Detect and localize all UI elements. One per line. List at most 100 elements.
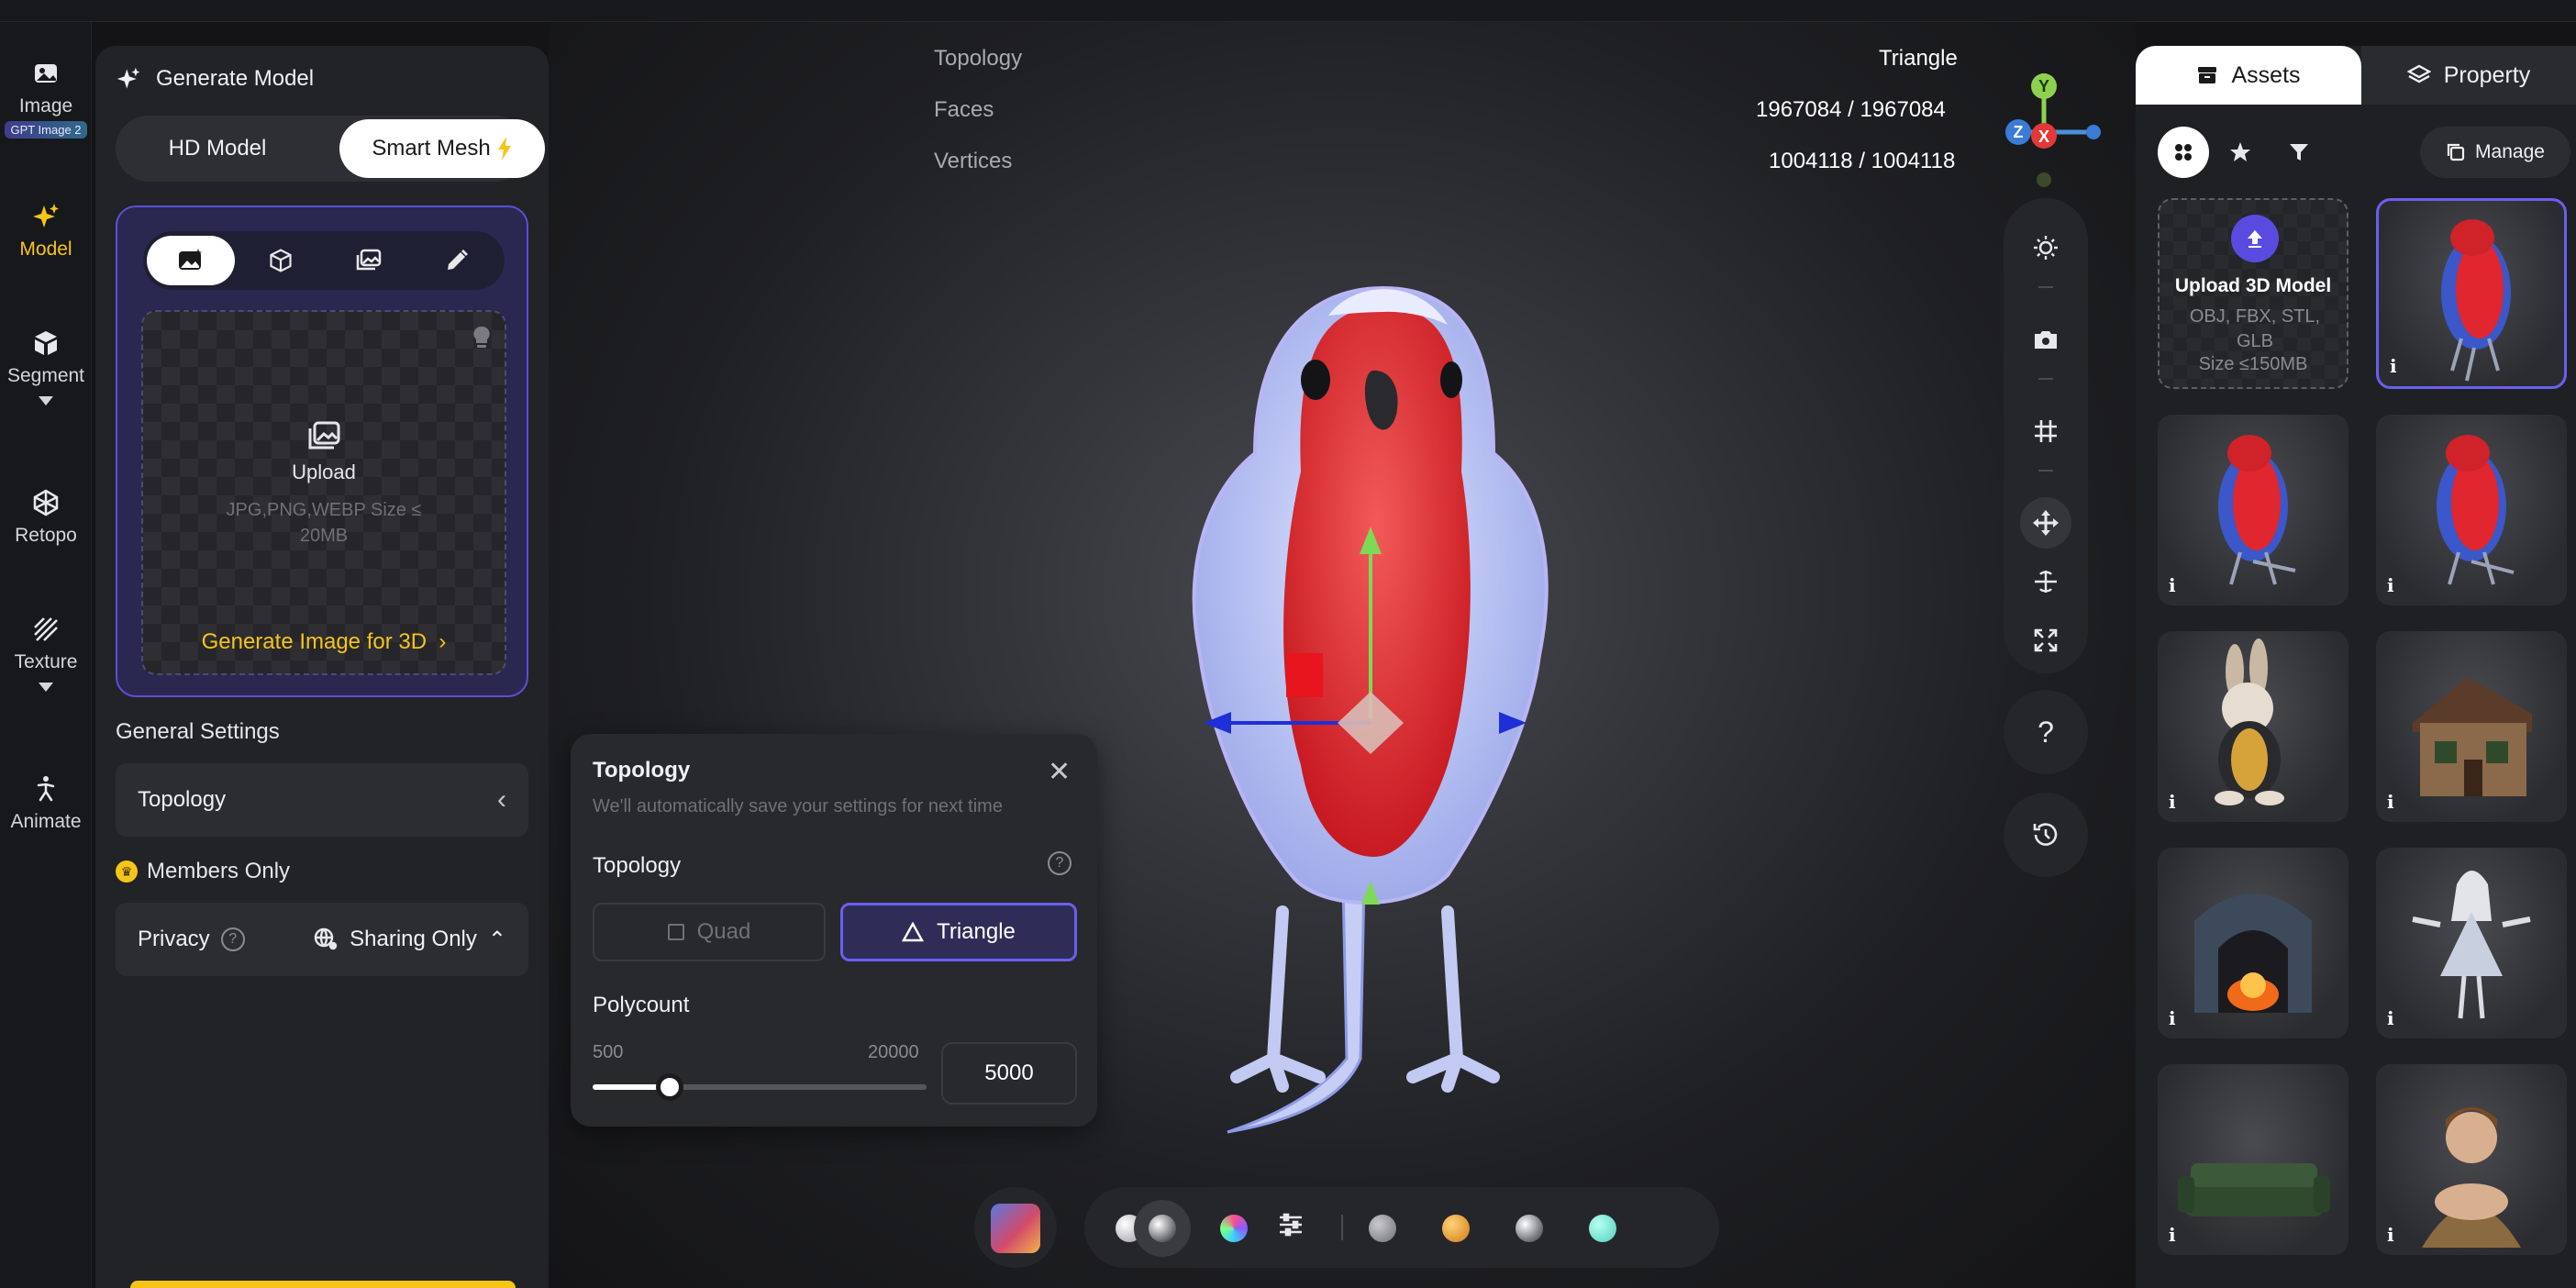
topology-stat-value-wrap: Triangle	[1879, 46, 1958, 72]
material-chrome-swatch[interactable]	[1516, 1215, 1543, 1242]
bird-3d-model[interactable]	[1172, 251, 1594, 1160]
material-gray-swatch[interactable]	[1369, 1215, 1396, 1242]
multi-view-tab[interactable]	[237, 236, 325, 285]
info-icon[interactable]: i	[2390, 355, 2410, 377]
info-icon[interactable]: i	[2387, 791, 2407, 813]
funnel-icon	[2290, 144, 2308, 161]
hd-model-label: HD Model	[168, 136, 267, 161]
lighting-button[interactable]	[2020, 222, 2071, 273]
copy-icon	[2447, 143, 2465, 161]
screenshot-button[interactable]	[2020, 314, 2071, 365]
rail-item-retopo[interactable]: Retopo	[0, 488, 92, 547]
axis-gizmo[interactable]: Y Z X	[1980, 46, 2108, 193]
close-icon[interactable]: ✕	[1048, 756, 1071, 788]
upload-3d-model-card[interactable]: Upload 3D Model OBJ, FBX, STL, GLB Size …	[2158, 198, 2348, 389]
triangle-option[interactable]: Triangle	[840, 903, 1077, 961]
topology-section-label: Topology	[593, 853, 682, 878]
topology-popup-title: Topology	[593, 758, 691, 783]
polycount-min-label: 500	[593, 1042, 624, 1062]
single-image-tab[interactable]	[147, 236, 235, 285]
generate-image-link[interactable]: Generate Image for 3D ›	[143, 629, 505, 655]
panel-header: Generate Model	[116, 66, 314, 92]
general-settings-heading: General Settings	[116, 719, 280, 744]
rail-item-animate[interactable]: Animate	[0, 774, 92, 833]
tab-property[interactable]: Property	[2361, 46, 2576, 105]
asset-card-doll[interactable]: i	[2376, 848, 2567, 1038]
generate-button[interactable]	[130, 1281, 516, 1288]
left-rail: Image GPT Image 2 Model Segment Retopo T…	[0, 22, 92, 1288]
info-icon[interactable]: i	[2387, 574, 2407, 596]
rail-label-image: Image	[18, 95, 73, 117]
asset-card-rabbit[interactable]: i	[2158, 631, 2348, 822]
polycount-slider-thumb[interactable]	[656, 1073, 683, 1101]
topology-stat: Topology	[934, 46, 1022, 72]
help-icon[interactable]: ?	[1048, 851, 1071, 875]
help-icon[interactable]: ?	[220, 927, 245, 951]
asset-card-portrait[interactable]: i	[2376, 1064, 2567, 1255]
history-button[interactable]	[2004, 793, 2088, 877]
help-button[interactable]: ?	[2004, 690, 2088, 774]
smart-mesh-label: Smart Mesh	[372, 136, 491, 161]
rail-item-model[interactable]: Model	[0, 202, 92, 261]
rail-item-image[interactable]: Image GPT Image 2	[0, 59, 92, 139]
generate-model-panel: Generate Model HD Model Smart Mesh Uploa…	[95, 46, 549, 1288]
asset-card-house[interactable]: i	[2376, 631, 2567, 822]
reference-image-button[interactable]	[974, 1187, 1057, 1268]
separator	[1341, 1215, 1343, 1240]
hd-model-button[interactable]: HD Model	[121, 119, 314, 178]
material-normal-swatch[interactable]	[1220, 1215, 1248, 1242]
smart-mesh-button[interactable]: Smart Mesh	[339, 119, 545, 178]
info-icon[interactable]: i	[2169, 1007, 2189, 1029]
upload-hint: JPG,PNG,WEBP Size ≤ 20MB	[226, 500, 422, 546]
manage-button[interactable]: Manage	[2420, 127, 2570, 178]
upload-3d-formats: OBJ, FBX, STL, GLB	[2189, 306, 2321, 351]
expand-icon	[2034, 628, 2058, 652]
grid-button[interactable]	[2020, 405, 2071, 457]
rail-label-segment: Segment	[6, 365, 85, 386]
info-icon[interactable]: i	[2387, 1007, 2407, 1029]
vertices-stat-value: 1004118 / 1004118	[1769, 149, 1956, 173]
info-icon[interactable]: i	[2387, 1224, 2407, 1246]
text-prompt-tab[interactable]	[413, 236, 501, 285]
rail-item-segment[interactable]: Segment	[0, 328, 92, 405]
polycount-slider[interactable]	[593, 1073, 927, 1101]
asset-card-bird-3[interactable]: i	[2376, 415, 2567, 605]
asset-card-fireplace[interactable]: i	[2158, 848, 2348, 1038]
rail-label-retopo: Retopo	[15, 525, 77, 546]
favorites-filter[interactable]	[2215, 127, 2266, 178]
generate-image-link-label: Generate Image for 3D	[201, 629, 427, 654]
asset-card-bird-selected[interactable]: i	[2376, 198, 2567, 389]
quad-option[interactable]: Quad	[593, 903, 826, 961]
tab-assets[interactable]: Assets	[2136, 46, 2361, 105]
filter-button[interactable]	[2273, 127, 2325, 178]
info-icon[interactable]: i	[2169, 574, 2189, 596]
rail-item-texture[interactable]: Texture	[0, 615, 92, 692]
privacy-dropdown[interactable]: Sharing Only ⌃	[313, 927, 506, 953]
rotate-icon	[2035, 571, 2057, 593]
polycount-input[interactable]: 5000	[941, 1042, 1077, 1105]
chevron-down-icon	[39, 683, 53, 692]
info-icon[interactable]: i	[2169, 791, 2189, 813]
topology-setting-row[interactable]: Topology ‹	[116, 763, 528, 837]
topology-popup-subtitle: We'll automatically save your settings f…	[593, 796, 1003, 816]
topology-stat-value: Triangle	[1879, 46, 1958, 71]
upload-dropzone[interactable]: Upload JPG,PNG,WEBP Size ≤ 20MB Generate…	[141, 310, 506, 675]
info-icon[interactable]: i	[2169, 1224, 2189, 1246]
scale-tool-button[interactable]	[2020, 615, 2071, 666]
camera-icon	[2035, 331, 2057, 349]
material-teal-swatch[interactable]	[1589, 1215, 1616, 1242]
chevron-right-icon: ›	[432, 629, 447, 654]
view-all-filter[interactable]	[2158, 127, 2209, 178]
material-clay-swatch[interactable]	[1149, 1215, 1176, 1242]
image-icon	[179, 249, 202, 270]
rotate-tool-button[interactable]	[2020, 556, 2071, 607]
privacy-setting-row: Privacy ? Sharing Only ⌃	[116, 903, 528, 976]
move-tool-button[interactable]	[2020, 497, 2071, 549]
batch-images-tab[interactable]	[325, 236, 413, 285]
lightbulb-icon[interactable]	[472, 325, 492, 350]
asset-card-bird-2[interactable]: i	[2158, 415, 2348, 605]
material-gold-swatch[interactable]	[1442, 1215, 1470, 1242]
retopo-icon	[33, 489, 59, 516]
sliders-icon[interactable]	[1277, 1211, 1305, 1243]
asset-card-sofa[interactable]: i	[2158, 1064, 2348, 1255]
